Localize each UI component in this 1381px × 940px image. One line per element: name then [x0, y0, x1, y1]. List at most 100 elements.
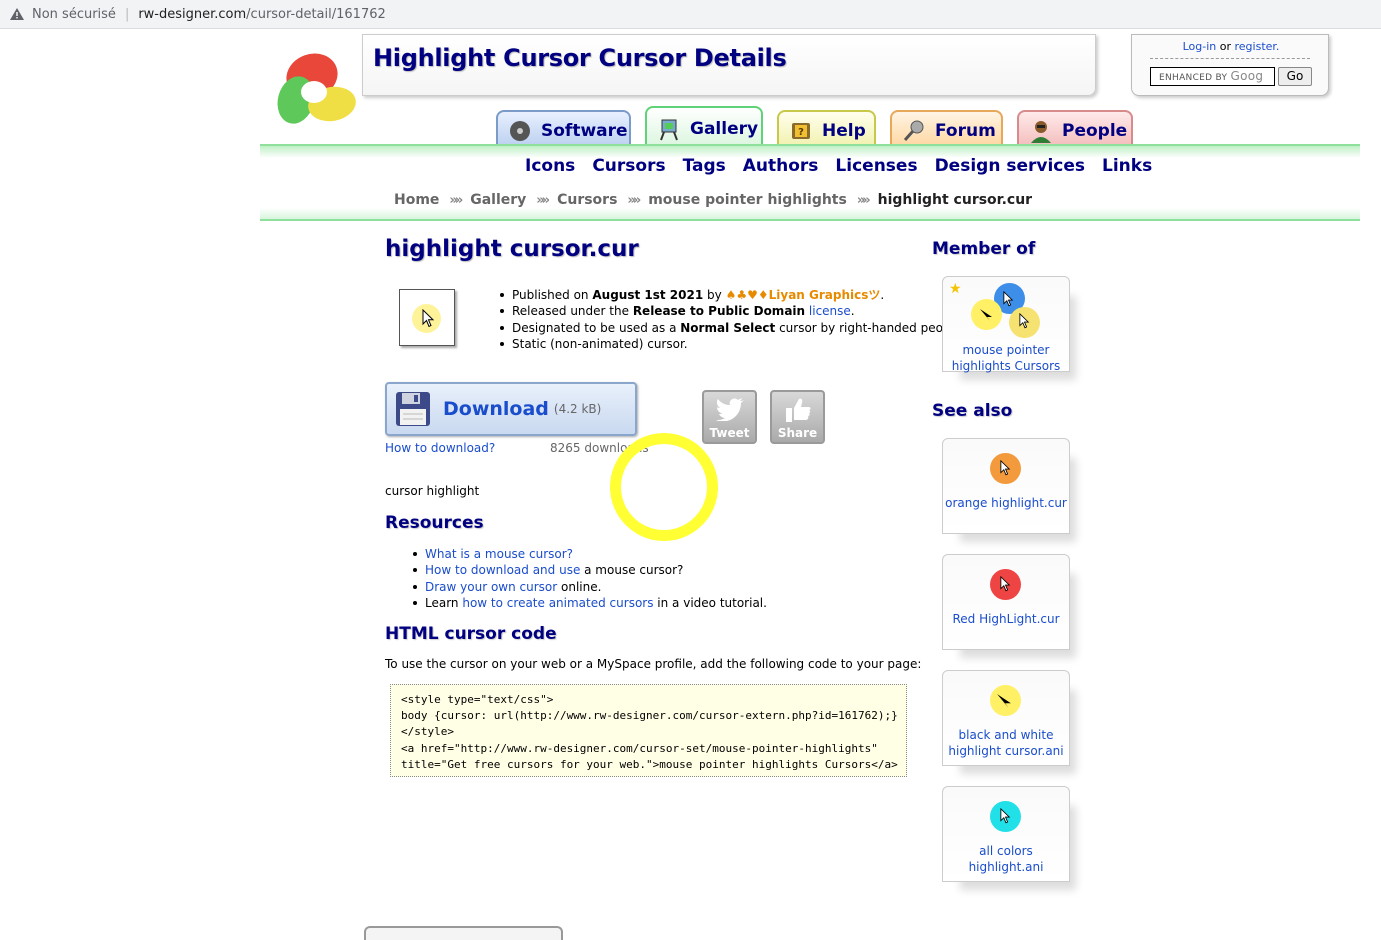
- tab-label: People: [1062, 121, 1128, 141]
- floppy-disk-icon: [396, 392, 430, 426]
- login-search-panel: Log-in or register. ENHANCED BY Goog Go: [1131, 34, 1329, 96]
- subnav-licenses[interactable]: Licenses: [835, 156, 917, 176]
- resource-link[interactable]: Draw your own cursor: [425, 580, 557, 594]
- list-item: How to download and use a mouse cursor?: [413, 562, 767, 578]
- cursor-heading: highlight cursor.cur: [385, 236, 639, 262]
- arrow-cursor-icon: [422, 309, 435, 328]
- cursor-preview: [399, 289, 455, 346]
- see-also-card-red[interactable]: Red HighLight.cur: [942, 554, 1070, 650]
- browser-address-bar[interactable]: Non sécurisé | rw-designer.com/cursor-de…: [0, 0, 1381, 29]
- see-also-card-orange[interactable]: orange highlight.cur: [942, 438, 1070, 534]
- member-set-card[interactable]: ★ mouse pointer highlights Cursors: [942, 276, 1070, 373]
- chevron-right-icon: »»: [856, 192, 871, 208]
- license-link[interactable]: license: [809, 304, 851, 318]
- cursor-role: Normal Select: [680, 320, 776, 335]
- twitter-bird-icon: [715, 398, 744, 422]
- search-go-button[interactable]: Go: [1278, 67, 1312, 86]
- tab-label: Software: [541, 121, 628, 141]
- card-label: Red HighLight.cur: [952, 612, 1060, 626]
- security-label: Non sécurisé: [32, 6, 116, 22]
- see-also-heading: See also: [932, 401, 1013, 421]
- breadcrumb-set[interactable]: mouse pointer highlights: [648, 192, 847, 208]
- see-also-card-all-colors[interactable]: all colors highlight.ani: [942, 786, 1070, 882]
- url-host: rw-designer.com: [138, 6, 247, 22]
- arrow-cursor-icon: [1000, 576, 1011, 592]
- black-arrow-cursor-icon: [980, 309, 992, 321]
- cursor-facts: Published on August 1st 2021 by ♠♣♥♦Liya…: [499, 287, 966, 352]
- card-label: orange highlight.cur: [945, 496, 1067, 510]
- how-to-download-link[interactable]: How to download?: [385, 441, 495, 455]
- subnav-authors[interactable]: Authors: [743, 156, 819, 176]
- html-code-heading: HTML cursor code: [385, 624, 557, 644]
- microphone-icon: [903, 120, 924, 141]
- footer-tab: [364, 926, 563, 940]
- cursor-tags: cursor highlight: [385, 484, 480, 498]
- url-path: /cursor-detail/161762: [246, 6, 386, 22]
- member-of-heading: Member of: [932, 239, 1036, 259]
- breadcrumb-current: highlight cursor.cur: [877, 192, 1033, 208]
- share-button[interactable]: Share: [770, 390, 825, 444]
- card-label: mouse pointer highlights Cursors: [951, 343, 1061, 373]
- resource-link[interactable]: How to download and use: [425, 563, 580, 577]
- cursor-highlight-ring: [610, 433, 718, 541]
- tweet-button[interactable]: Tweet: [702, 390, 757, 444]
- card-label: all colors highlight.ani: [968, 844, 1044, 874]
- book-icon: ?: [792, 123, 810, 139]
- warning-icon: [10, 8, 24, 20]
- page-title: Highlight Cursor Cursor Details: [373, 44, 787, 72]
- star-icon: ★: [949, 281, 962, 297]
- breadcrumb-cursors[interactable]: Cursors: [557, 192, 617, 208]
- download-size: (4.2 kB): [553, 402, 602, 416]
- login-links: Log-in or register.: [1132, 40, 1330, 53]
- chevron-right-icon: »»: [627, 192, 641, 208]
- person-icon: [1031, 121, 1051, 143]
- breadcrumb-gallery[interactable]: Gallery: [470, 192, 526, 208]
- search-badge: ENHANCED BY: [1159, 73, 1228, 83]
- tab-label: Help: [822, 121, 866, 141]
- resources-heading: Resources: [385, 513, 484, 533]
- arrow-cursor-icon: [1003, 291, 1014, 307]
- subnav-links[interactable]: Links: [1102, 156, 1152, 176]
- resources-list: What is a mouse cursor? How to download …: [413, 546, 767, 612]
- arrow-cursor-icon: [1019, 313, 1030, 329]
- arrow-cursor-icon: [1000, 460, 1011, 476]
- sub-navigation: Icons Cursors Tags Authors Licenses Desi…: [525, 156, 1152, 176]
- tab-label: Forum: [935, 121, 996, 141]
- fact-published: Published on August 1st 2021 by ♠♣♥♦Liya…: [499, 287, 965, 303]
- divider: [1150, 58, 1310, 59]
- login-link[interactable]: Log-in: [1183, 40, 1217, 53]
- fact-designation: Designated to be used as a Normal Select…: [499, 320, 966, 335]
- fact-license: Released under the Release to Public Dom…: [499, 303, 965, 319]
- breadcrumb-home[interactable]: Home: [394, 192, 439, 208]
- card-label: black and white highlight cursor.ani: [948, 728, 1064, 758]
- list-item: Draw your own cursor online.: [413, 579, 767, 595]
- published-date: August 1st 2021: [592, 288, 704, 302]
- url-separator: |: [124, 6, 130, 22]
- resource-link[interactable]: how to create animated cursors: [462, 596, 653, 610]
- black-arrow-cursor-icon: [997, 694, 1011, 708]
- easel-icon: [660, 119, 678, 141]
- site-logo-icon[interactable]: [276, 48, 358, 128]
- license-name: Release to Public Domain: [632, 304, 806, 319]
- disc-icon: [510, 121, 530, 141]
- subnav-tags[interactable]: Tags: [683, 156, 726, 176]
- subnav-icons[interactable]: Icons: [525, 156, 575, 176]
- author-link[interactable]: ♠♣♥♦Liyan Graphicsツ: [726, 288, 881, 302]
- breadcrumb: Home »» Gallery »» Cursors »» mouse poin…: [394, 192, 1032, 208]
- chevron-right-icon: »»: [449, 192, 463, 208]
- download-label: Download: [443, 398, 549, 420]
- tweet-label: Tweet: [709, 426, 750, 440]
- search-input[interactable]: ENHANCED BY Goog: [1150, 67, 1275, 86]
- html-code-intro: To use the cursor on your web or a MySpa…: [385, 657, 922, 671]
- register-link[interactable]: register.: [1235, 40, 1280, 53]
- arrow-cursor-icon: [1000, 808, 1011, 824]
- chevron-right-icon: »»: [536, 192, 550, 208]
- subnav-design-services[interactable]: Design services: [935, 156, 1085, 176]
- html-code-box[interactable]: <style type="text/css"> body {cursor: ur…: [390, 684, 907, 777]
- tab-label: Gallery: [690, 119, 759, 139]
- list-item: What is a mouse cursor?: [413, 546, 767, 562]
- resource-link[interactable]: What is a mouse cursor?: [425, 547, 573, 561]
- download-button[interactable]: Download (4.2 kB): [385, 382, 637, 436]
- subnav-cursors[interactable]: Cursors: [592, 156, 665, 176]
- see-also-card-bw[interactable]: black and white highlight cursor.ani: [942, 670, 1070, 766]
